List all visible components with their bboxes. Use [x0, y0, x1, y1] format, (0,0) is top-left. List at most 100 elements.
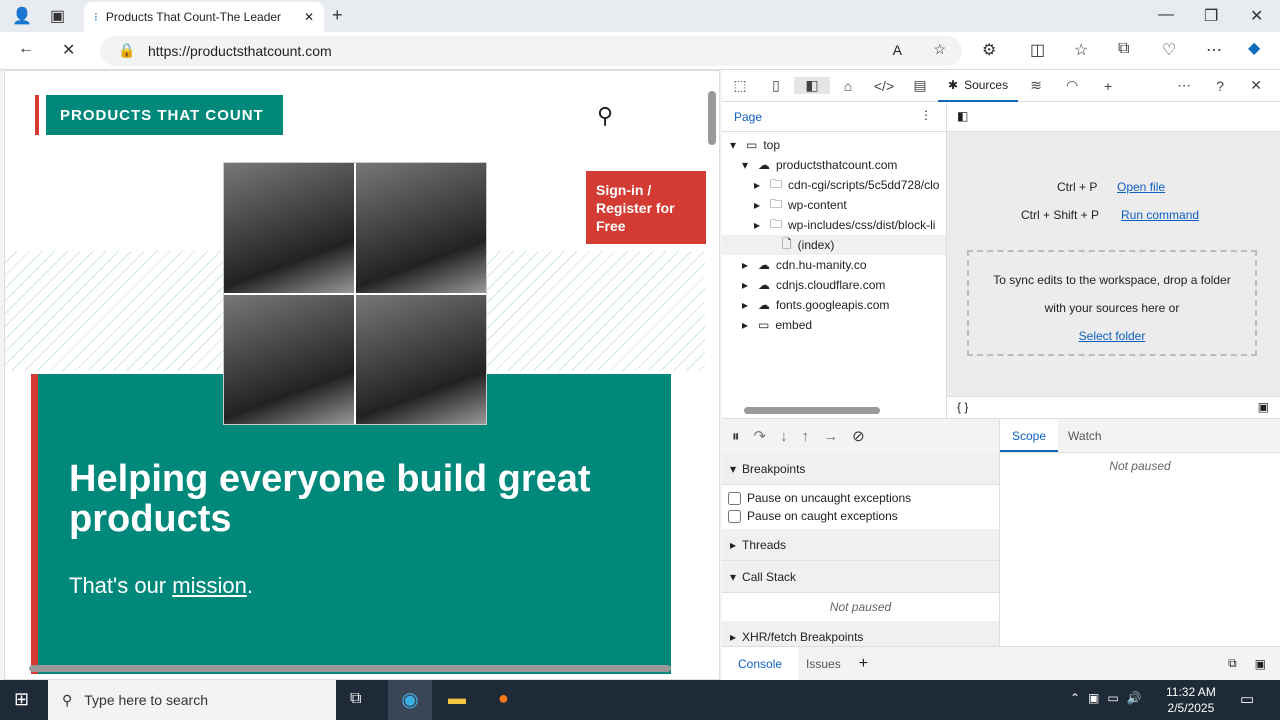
tab-watch[interactable]: Watch [1058, 419, 1112, 452]
collections-icon[interactable]: ⧉ [1118, 40, 1129, 58]
search-icon[interactable]: ⚲ [597, 103, 613, 129]
back-icon[interactable]: ← [18, 40, 34, 58]
frame-icon: ▭ [746, 138, 758, 152]
edge-taskbar-icon[interactable]: ◉ [388, 680, 432, 720]
minimize-icon[interactable]: — [1158, 6, 1174, 24]
step-into-icon[interactable]: ↓ [780, 428, 788, 445]
taskbar-search[interactable]: ⚲ Type here to search [48, 680, 336, 720]
horizontal-scrollbar[interactable] [29, 665, 671, 672]
device-icon[interactable]: ▯ [758, 77, 794, 94]
help-icon[interactable]: ? [1202, 78, 1238, 94]
tree-item[interactable]: ▸ 🗀 wp-content [722, 195, 946, 215]
notifications-icon[interactable]: ▭ [1240, 690, 1254, 708]
profile-icon[interactable]: 👤 [12, 6, 32, 26]
dock-icon[interactable]: ◧ [794, 77, 830, 94]
tab-scope[interactable]: Scope [1000, 419, 1059, 452]
drop-folder-zone[interactable]: To sync edits to the workspace, drop a f… [967, 250, 1257, 356]
navigator-menu-icon[interactable]: ⋮ [920, 108, 932, 122]
tab-page[interactable]: Page [734, 110, 762, 124]
step-icon[interactable]: → [823, 428, 838, 445]
vertical-scrollbar[interactable] [708, 91, 716, 145]
toggle-navigator-icon[interactable]: ◧ [957, 109, 968, 123]
collapse-drawer-icon[interactable]: ▣ [1255, 657, 1280, 671]
performance-icon[interactable]: ♡ [1162, 40, 1176, 60]
close-tab-icon[interactable]: ✕ [304, 10, 314, 24]
web-page: PRODUCTS THAT COUNT ⚲ Sign-in / Register… [4, 70, 720, 680]
split-screen-icon[interactable]: ◫ [1030, 40, 1045, 60]
system-tray-icons[interactable]: ⌃▣▭🔊 [1070, 691, 1150, 705]
call-stack-section[interactable]: ▾ Call Stack [722, 561, 999, 593]
tab-issues[interactable]: Issues [798, 647, 849, 681]
file-explorer-icon[interactable]: ▬ [448, 688, 466, 709]
tree-item[interactable]: ▸ ☁ cdnjs.cloudflare.com [722, 275, 946, 295]
pause-icon[interactable]: ⏸ [732, 428, 740, 445]
expand-icon[interactable]: ▾ [742, 158, 752, 172]
collapse-icon[interactable]: ▸ [754, 218, 764, 232]
tree-item[interactable]: ▸ ▭ embed [722, 315, 946, 335]
pause-caught-checkbox[interactable]: Pause on caught exceptions [728, 507, 993, 525]
add-tool-icon[interactable]: + [1090, 78, 1126, 94]
network-icon[interactable]: ≋ [1018, 77, 1054, 94]
coverage-icon[interactable]: ▣ [1258, 400, 1269, 414]
close-devtools-icon[interactable]: ✕ [1238, 77, 1274, 94]
welcome-home-icon[interactable]: ⌂ [830, 78, 866, 94]
pause-caught-label: Pause on caught exceptions [747, 509, 898, 523]
clock[interactable]: 11:32 AM 2/5/2025 [1166, 684, 1216, 716]
more-icon[interactable]: ⋯ [1206, 40, 1222, 60]
favorites-icon[interactable]: ☆ [1074, 40, 1088, 60]
task-view-icon[interactable]: ⧉ [350, 690, 361, 708]
close-window-icon[interactable]: ✕ [1250, 6, 1263, 26]
read-aloud-icon[interactable]: A [893, 42, 902, 58]
expand-icon: ▾ [730, 461, 737, 476]
xhr-label: XHR/fetch Breakpoints [742, 629, 864, 644]
dock-drawer-icon[interactable]: ⧉ [1228, 656, 1255, 671]
breakpoints-section[interactable]: ▾ Breakpoints [722, 453, 999, 485]
favorite-icon[interactable]: ☆ [933, 41, 946, 58]
select-folder-link[interactable]: Select folder [1079, 329, 1146, 343]
stop-icon[interactable]: ✕ [62, 40, 75, 60]
pretty-print-icon[interactable]: { } [957, 400, 968, 414]
performance-icon[interactable]: ◠ [1054, 77, 1090, 94]
tab-sources[interactable]: ✱ Sources [938, 69, 1019, 102]
tree-item[interactable]: ▾ ☁ productsthatcount.com [722, 155, 946, 175]
tree-item[interactable]: ▸ 🗀 wp-includes/css/dist/block-li [722, 215, 946, 235]
tree-scrollbar[interactable] [744, 407, 880, 414]
threads-section[interactable]: ▸ Threads [722, 529, 999, 561]
signin-button[interactable]: Sign-in / Register for Free [586, 171, 706, 244]
run-command-link[interactable]: Run command [1121, 208, 1199, 222]
step-over-icon[interactable]: ↷ [754, 427, 767, 445]
collapse-icon[interactable]: ▸ [754, 178, 764, 192]
tree-item[interactable]: 🗋 (index) [722, 235, 946, 255]
console-icon[interactable]: ▤ [902, 77, 938, 94]
collapse-icon[interactable]: ▸ [754, 198, 764, 212]
open-file-link[interactable]: Open file [1117, 180, 1165, 194]
collapse-icon[interactable]: ▸ [742, 298, 752, 312]
collapse-icon[interactable]: ▸ [742, 318, 752, 332]
deactivate-breakpoints-icon[interactable]: ⊘ [852, 427, 865, 445]
collapse-icon[interactable]: ▸ [742, 278, 752, 292]
tree-item[interactable]: ▾ ▭ top [722, 135, 946, 155]
tab-console[interactable]: Console [722, 646, 799, 681]
url-input[interactable]: 🔒 https://productsthatcount.com A ☆ [100, 36, 962, 66]
collapse-icon[interactable]: ▸ [742, 258, 752, 272]
browser-tab[interactable]: ⁝ Products That Count-The Leader ✕ [84, 2, 324, 32]
tree-item[interactable]: ▸ ☁ cdn.hu-manity.co [722, 255, 946, 275]
add-drawer-tab-icon[interactable]: + [849, 655, 878, 673]
step-out-icon[interactable]: ↑ [802, 428, 810, 445]
new-tab-icon[interactable]: + [332, 5, 343, 26]
copilot-icon[interactable]: ◆ [1248, 38, 1260, 58]
extensions-icon[interactable]: ⚙ [982, 40, 996, 60]
pause-uncaught-checkbox[interactable]: Pause on uncaught exceptions [728, 489, 993, 507]
restore-icon[interactable]: ❐ [1204, 6, 1218, 26]
mission-link[interactable]: mission [172, 573, 247, 598]
more-options-icon[interactable]: ⋯ [1166, 77, 1202, 94]
tree-item[interactable]: ▸ 🗀 cdn-cgi/scripts/5c5dd728/clo [722, 175, 946, 195]
elements-icon[interactable]: </> [866, 78, 902, 94]
inspect-icon[interactable]: ⬚ [722, 77, 758, 94]
tab-actions-icon[interactable]: ▣ [50, 6, 65, 26]
firefox-icon[interactable]: ● [498, 688, 509, 709]
start-icon[interactable]: ⊞ [14, 689, 29, 710]
expand-icon[interactable]: ▾ [730, 138, 740, 152]
tree-item[interactable]: ▸ ☁ fonts.googleapis.com [722, 295, 946, 315]
site-logo[interactable]: PRODUCTS THAT COUNT [39, 95, 283, 135]
